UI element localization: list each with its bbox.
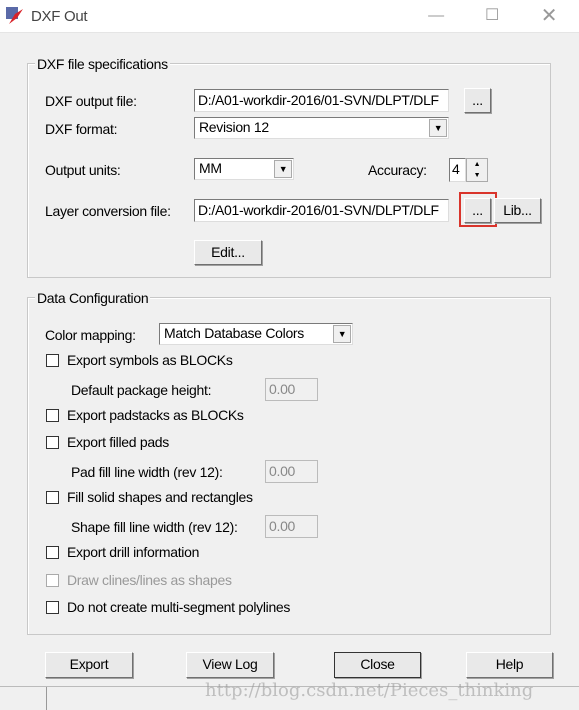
accuracy-spinner[interactable]: ▲ ▼ bbox=[466, 158, 488, 182]
export-drill-label: Export drill information bbox=[67, 544, 200, 560]
pkg-height-label: Default package height: bbox=[71, 382, 212, 398]
shape-fill-input[interactable]: 0.00 bbox=[265, 515, 318, 538]
export-filled-pads-checkbox[interactable] bbox=[46, 436, 59, 449]
format-select[interactable]: Revision 12 ▼ bbox=[194, 117, 449, 139]
fill-shapes-label: Fill solid shapes and rectangles bbox=[67, 489, 253, 505]
units-select[interactable]: MM ▼ bbox=[194, 158, 294, 180]
draw-clines-label: Draw clines/lines as shapes bbox=[67, 572, 232, 588]
accuracy-label: Accuracy: bbox=[368, 162, 427, 178]
no-multiseg-label: Do not create multi-segment polylines bbox=[67, 599, 291, 615]
export-symbols-checkbox[interactable] bbox=[46, 354, 59, 367]
chevron-down-icon[interactable]: ▼ bbox=[333, 325, 351, 343]
layer-file-input[interactable]: D:/A01-workdir-2016/01-SVN/DLPT/DLF bbox=[194, 199, 449, 222]
units-value: MM bbox=[199, 160, 222, 176]
export-button[interactable]: Export bbox=[45, 652, 133, 678]
color-mapping-label: Color mapping: bbox=[45, 327, 136, 343]
help-button[interactable]: Help bbox=[466, 652, 553, 678]
output-file-input[interactable]: D:/A01-workdir-2016/01-SVN/DLPT/DLF bbox=[194, 89, 449, 112]
pad-fill-input[interactable]: 0.00 bbox=[265, 460, 318, 483]
close-button[interactable]: Close bbox=[334, 652, 421, 678]
watermark: http://blog.csdn.net/Pieces_thinking bbox=[205, 680, 534, 701]
format-label: DXF format: bbox=[45, 121, 118, 137]
maximize-icon[interactable]: ☐ bbox=[480, 4, 504, 28]
spin-up-icon[interactable]: ▲ bbox=[467, 159, 487, 170]
export-padstacks-checkbox[interactable] bbox=[46, 409, 59, 422]
chevron-down-icon[interactable]: ▼ bbox=[274, 160, 292, 178]
pkg-height-input[interactable]: 0.00 bbox=[265, 378, 318, 401]
status-divider bbox=[46, 687, 47, 710]
dxf-app-icon bbox=[6, 7, 23, 24]
output-file-label: DXF output file: bbox=[45, 93, 137, 109]
draw-clines-checkbox[interactable] bbox=[46, 574, 59, 587]
fill-shapes-checkbox[interactable] bbox=[46, 491, 59, 504]
minimize-icon[interactable]: — bbox=[424, 4, 448, 28]
view-log-button[interactable]: View Log bbox=[186, 652, 274, 678]
color-mapping-value: Match Database Colors bbox=[164, 325, 304, 341]
export-drill-checkbox[interactable] bbox=[46, 546, 59, 559]
chevron-down-icon[interactable]: ▼ bbox=[429, 119, 447, 137]
data-config-legend: Data Configuration bbox=[35, 290, 151, 306]
output-file-browse-button[interactable]: ... bbox=[464, 88, 491, 113]
lib-button[interactable]: Lib... bbox=[494, 198, 541, 223]
export-padstacks-label: Export padstacks as BLOCKs bbox=[67, 407, 244, 423]
pad-fill-label: Pad fill line width (rev 12): bbox=[71, 464, 223, 480]
format-value: Revision 12 bbox=[199, 119, 269, 135]
layer-file-label: Layer conversion file: bbox=[45, 203, 171, 219]
window-title: DXF Out bbox=[31, 8, 88, 25]
close-icon[interactable]: ✕ bbox=[537, 4, 561, 28]
color-mapping-select[interactable]: Match Database Colors ▼ bbox=[159, 323, 353, 345]
export-filled-pads-label: Export filled pads bbox=[67, 434, 169, 450]
edit-button[interactable]: Edit... bbox=[194, 240, 262, 265]
no-multiseg-checkbox[interactable] bbox=[46, 601, 59, 614]
shape-fill-label: Shape fill line width (rev 12): bbox=[71, 519, 238, 535]
spin-down-icon[interactable]: ▼ bbox=[467, 170, 487, 181]
highlight-box bbox=[459, 192, 497, 227]
export-symbols-label: Export symbols as BLOCKs bbox=[67, 352, 233, 368]
units-label: Output units: bbox=[45, 162, 121, 178]
dxf-spec-legend: DXF file specifications bbox=[35, 56, 170, 72]
accuracy-input[interactable]: 4 bbox=[449, 158, 466, 182]
